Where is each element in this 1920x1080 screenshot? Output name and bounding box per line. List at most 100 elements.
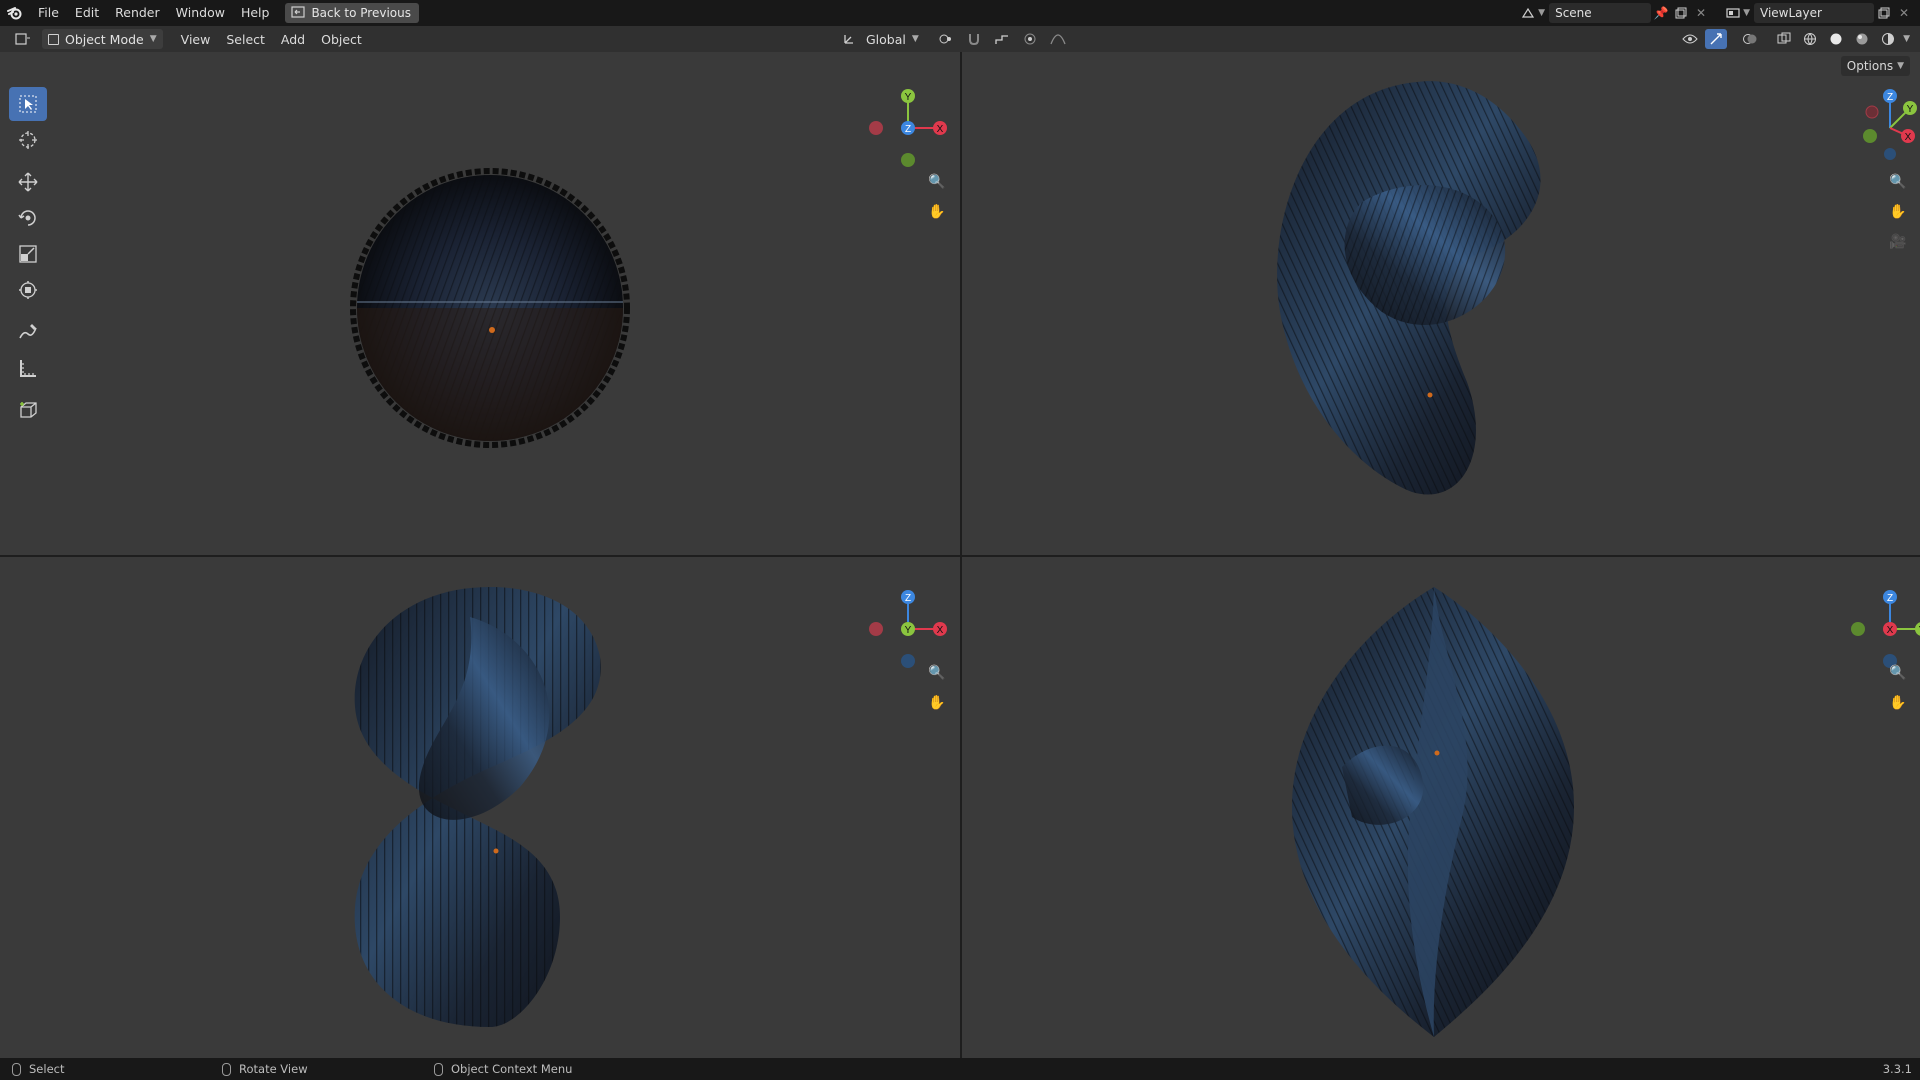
- blender-logo-icon[interactable]: [0, 0, 30, 26]
- gizmo-label-z: Z: [1887, 593, 1893, 604]
- gizmo-label-x: X: [1887, 625, 1894, 636]
- gizmo-label-z: Z: [1887, 92, 1893, 103]
- viewport-right[interactable]: Z Y X 🔍 ✋: [962, 557, 1920, 1058]
- move-tool-icon[interactable]: [9, 165, 47, 199]
- new-scene-icon[interactable]: [1671, 3, 1691, 23]
- navigation-gizmo-user[interactable]: Z Y X: [1850, 88, 1920, 168]
- mouse-left-icon: [12, 1062, 21, 1076]
- snap-target-icon[interactable]: [991, 29, 1013, 49]
- gizmo-label-x: X: [1905, 132, 1912, 143]
- rendered-shading-icon[interactable]: [1877, 29, 1899, 49]
- menu-render[interactable]: Render: [107, 0, 168, 26]
- material-shading-icon[interactable]: [1851, 29, 1873, 49]
- right-view-shell-model: [1292, 587, 1574, 1037]
- scene-selector-icon[interactable]: [1518, 3, 1538, 23]
- menu-view[interactable]: View: [173, 32, 219, 47]
- gizmo-label-z: Z: [905, 124, 911, 135]
- close-icon[interactable]: ✕: [1894, 3, 1914, 23]
- viewport-front[interactable]: Z X Y 🔍 ✋: [0, 557, 960, 1058]
- mouse-middle-icon: [222, 1062, 231, 1076]
- annotate-tool-icon[interactable]: [9, 315, 47, 349]
- navigation-gizmo-front[interactable]: Z X Y: [868, 589, 948, 669]
- gizmo-toggle-icon[interactable]: [1705, 29, 1728, 49]
- view-layer-icon[interactable]: [1723, 3, 1743, 23]
- cursor-tool-icon[interactable]: [9, 123, 47, 157]
- menu-edit[interactable]: Edit: [67, 0, 107, 26]
- view-layer-field[interactable]: ViewLayer: [1754, 3, 1874, 23]
- gizmo-label-z: Z: [905, 593, 911, 604]
- chevron-down-icon: ▼: [911, 34, 919, 44]
- object-mode-label: Object Mode: [65, 31, 144, 47]
- editor-type-icon[interactable]: [8, 29, 38, 49]
- pivot-point-icon[interactable]: [935, 29, 957, 49]
- measure-tool-icon[interactable]: [9, 351, 47, 385]
- top-bar: File Edit Render Window Help Back to Pre…: [0, 0, 1920, 26]
- status-rotate-view-label: Rotate View: [239, 1062, 308, 1076]
- solid-shading-icon[interactable]: [1825, 29, 1847, 49]
- hand-icon[interactable]: ✋: [924, 199, 950, 225]
- object-mode-icon: [48, 33, 59, 45]
- proportional-edit-icon[interactable]: [1019, 29, 1041, 49]
- pin-icon[interactable]: 📌: [1651, 3, 1671, 23]
- menu-select[interactable]: Select: [218, 32, 273, 47]
- camera-icon[interactable]: 🎥: [1885, 229, 1911, 255]
- new-view-layer-icon[interactable]: [1874, 3, 1894, 23]
- overlays-icon[interactable]: [1739, 29, 1761, 49]
- select-box-tool-icon[interactable]: [9, 87, 47, 121]
- viewport-top[interactable]: Y X Z 🔍 ✋: [0, 52, 960, 555]
- scene-name: Scene: [1555, 6, 1592, 20]
- back-to-previous-button[interactable]: Back to Previous: [285, 3, 419, 23]
- navigation-gizmo-top[interactable]: Y X Z: [868, 88, 948, 168]
- status-bar: Select Rotate View Object Context Menu 3…: [0, 1058, 1920, 1080]
- zoom-icon[interactable]: 🔍: [924, 169, 950, 195]
- transform-orientation-label[interactable]: Global: [866, 32, 906, 47]
- options-label: Options: [1846, 59, 1894, 73]
- menu-add[interactable]: Add: [273, 32, 313, 47]
- rotate-tool-icon[interactable]: [9, 201, 47, 235]
- navigation-gizmo-right[interactable]: Z Y X: [1850, 589, 1920, 669]
- status-select: Select: [12, 1062, 64, 1076]
- gizmo-label-x: X: [937, 625, 944, 636]
- transform-orientation-icon[interactable]: [838, 29, 860, 49]
- falloff-icon[interactable]: [1047, 29, 1069, 49]
- menu-help[interactable]: Help: [233, 0, 278, 26]
- top-view-sphere-model: [350, 168, 630, 448]
- front-view-shell-model: [354, 587, 601, 1027]
- status-rotate-view: Rotate View: [222, 1062, 308, 1076]
- chevron-down-icon: ▼: [1897, 61, 1904, 71]
- mouse-right-icon: [434, 1062, 443, 1076]
- gizmo-label-y: Y: [905, 92, 912, 103]
- hand-icon[interactable]: ✋: [1885, 690, 1911, 716]
- scene-field[interactable]: Scene: [1549, 3, 1652, 23]
- chevron-down-icon: ▼: [1743, 8, 1750, 18]
- add-cube-tool-icon[interactable]: [9, 393, 47, 427]
- menu-file[interactable]: File: [30, 0, 67, 26]
- chevron-down-icon: ▼: [1538, 8, 1546, 18]
- close-icon[interactable]: ✕: [1691, 3, 1711, 23]
- gizmo-label-y: Y: [1907, 104, 1914, 115]
- view-layer-name: ViewLayer: [1760, 6, 1822, 20]
- options-dropdown[interactable]: Options ▼: [1840, 56, 1910, 76]
- zoom-icon[interactable]: 🔍: [1885, 660, 1911, 686]
- xray-icon[interactable]: [1773, 29, 1795, 49]
- hand-icon[interactable]: ✋: [1885, 199, 1911, 225]
- viewport-user-perspective[interactable]: Z Y X 🔍 ✋ 🎥 Options ▼: [962, 52, 1920, 555]
- menu-window[interactable]: Window: [168, 0, 233, 26]
- tool-shelf: [9, 87, 47, 429]
- transform-tool-icon[interactable]: [9, 273, 47, 307]
- chevron-down-icon[interactable]: ▼: [1903, 34, 1910, 44]
- scale-tool-icon[interactable]: [9, 237, 47, 271]
- visibility-icon[interactable]: [1679, 29, 1701, 49]
- hand-icon[interactable]: ✋: [924, 690, 950, 716]
- back-to-previous-label: Back to Previous: [311, 6, 411, 20]
- wireframe-shading-icon[interactable]: [1799, 29, 1821, 49]
- status-select-label: Select: [29, 1062, 65, 1076]
- gizmo-label-y: Y: [905, 625, 912, 636]
- viewport-divider-horizontal[interactable]: [0, 555, 1920, 557]
- snap-icon[interactable]: [963, 29, 985, 49]
- object-mode-select[interactable]: Object Mode ▼: [42, 29, 163, 49]
- zoom-icon[interactable]: 🔍: [1885, 169, 1911, 195]
- gizmo-label-x: X: [937, 124, 944, 135]
- zoom-icon[interactable]: 🔍: [924, 660, 950, 686]
- menu-object[interactable]: Object: [313, 32, 370, 47]
